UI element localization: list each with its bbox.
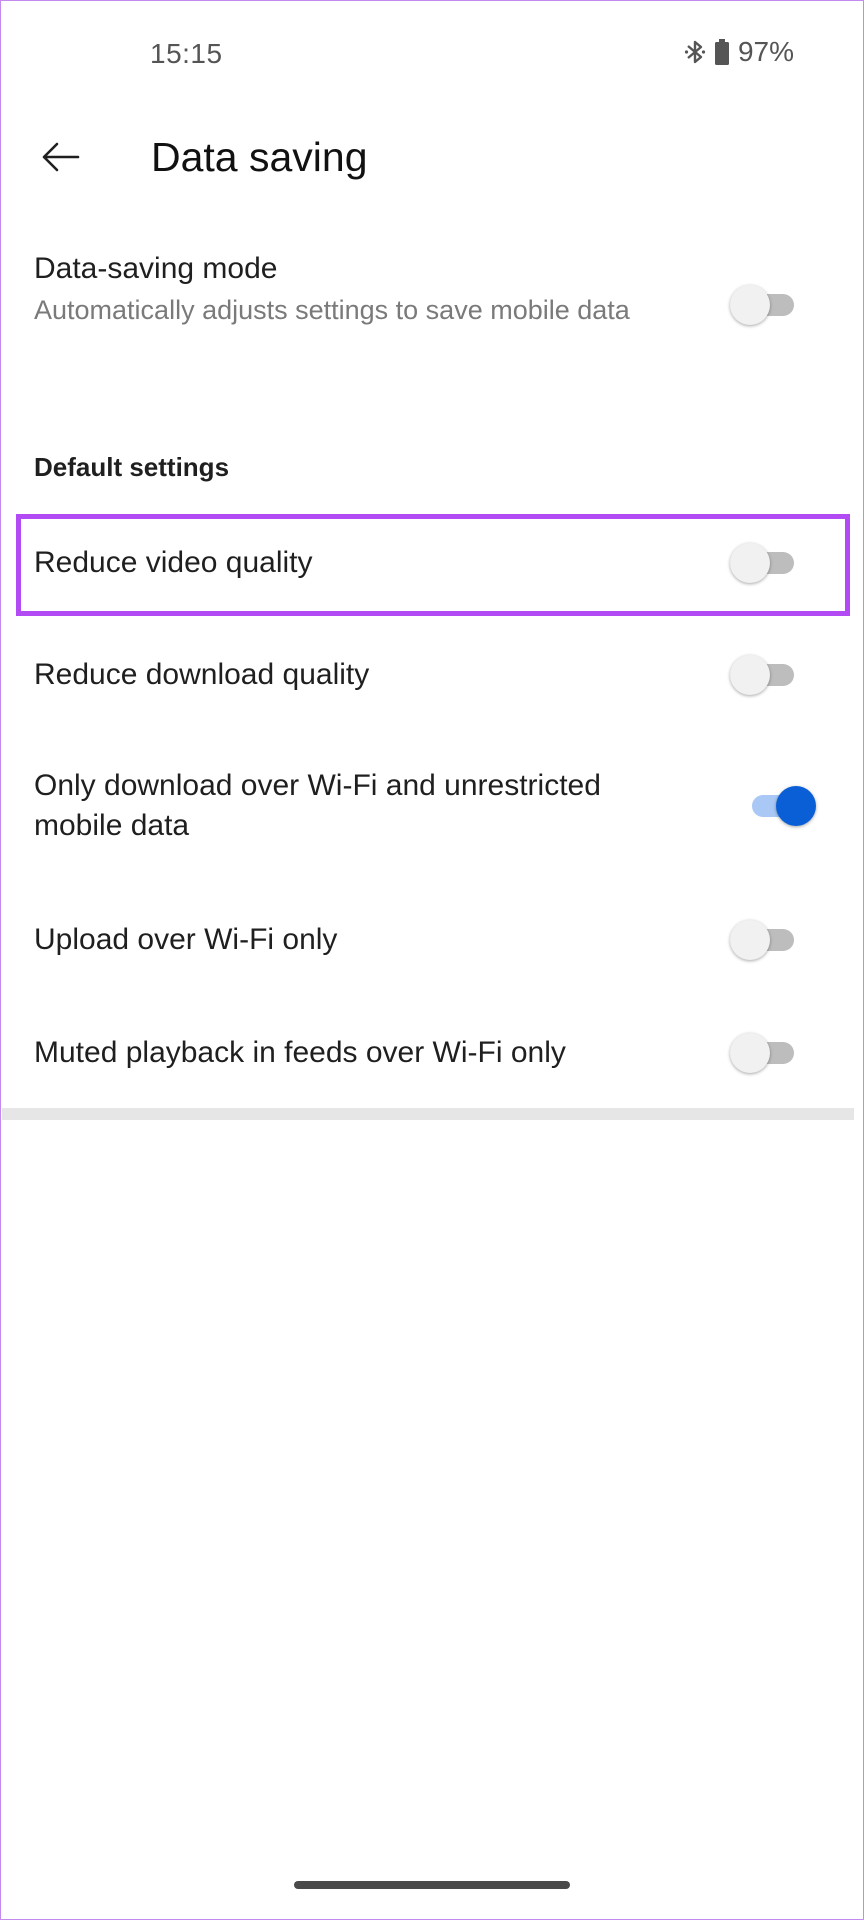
toggle-thumb [730,920,770,960]
battery-percentage: 97% [737,36,794,67]
toggle-switch[interactable] [730,920,798,960]
toggle-thumb [730,1033,770,1073]
bluetooth-icon [684,38,706,66]
toggle-switch[interactable] [730,285,798,325]
toggle-thumb [730,285,770,325]
setting-label: Reduce download quality [34,658,370,691]
setting-label: Data-saving mode [34,252,278,285]
back-button[interactable] [36,135,84,183]
toggle-switch[interactable] [746,786,816,826]
setting-label: Upload over Wi-Fi only [34,923,338,956]
setting-row-reduce-video-quality[interactable]: Reduce video quality [0,520,864,606]
toggle-switch[interactable] [730,655,798,695]
setting-row-muted-playback[interactable]: Muted playback in feeds over Wi-Fi only [0,1010,864,1096]
toggle-switch[interactable] [730,1033,798,1073]
battery-icon [714,38,730,66]
toggle-switch[interactable] [730,543,798,583]
setting-row-reduce-download-quality[interactable]: Reduce download quality [0,632,864,718]
section-divider [2,1108,854,1120]
setting-label: Only download over Wi-Fi and unrestricte… [34,769,601,842]
home-indicator[interactable] [294,1881,570,1889]
setting-label: Reduce video quality [34,546,313,579]
status-time: 15:15 [150,38,223,69]
toggle-thumb [730,655,770,695]
section-header: Default settings [34,452,230,482]
setting-label: Muted playback in feeds over Wi-Fi only [34,1036,566,1069]
setting-description: Automatically adjusts settings to save m… [34,295,630,325]
page-title: Data saving [151,134,368,180]
setting-row-upload-over-wifi-only[interactable]: Upload over Wi-Fi only [0,897,864,983]
arrow-left-icon [40,141,80,178]
setting-row-data-saving-mode[interactable]: Data-saving mode Automatically adjusts s… [0,245,864,375]
toggle-thumb [776,786,816,826]
setting-row-only-download-over-wifi[interactable]: Only download over Wi-Fi and unrestricte… [0,750,864,870]
status-icons: 97% [684,36,794,68]
toggle-thumb [730,543,770,583]
